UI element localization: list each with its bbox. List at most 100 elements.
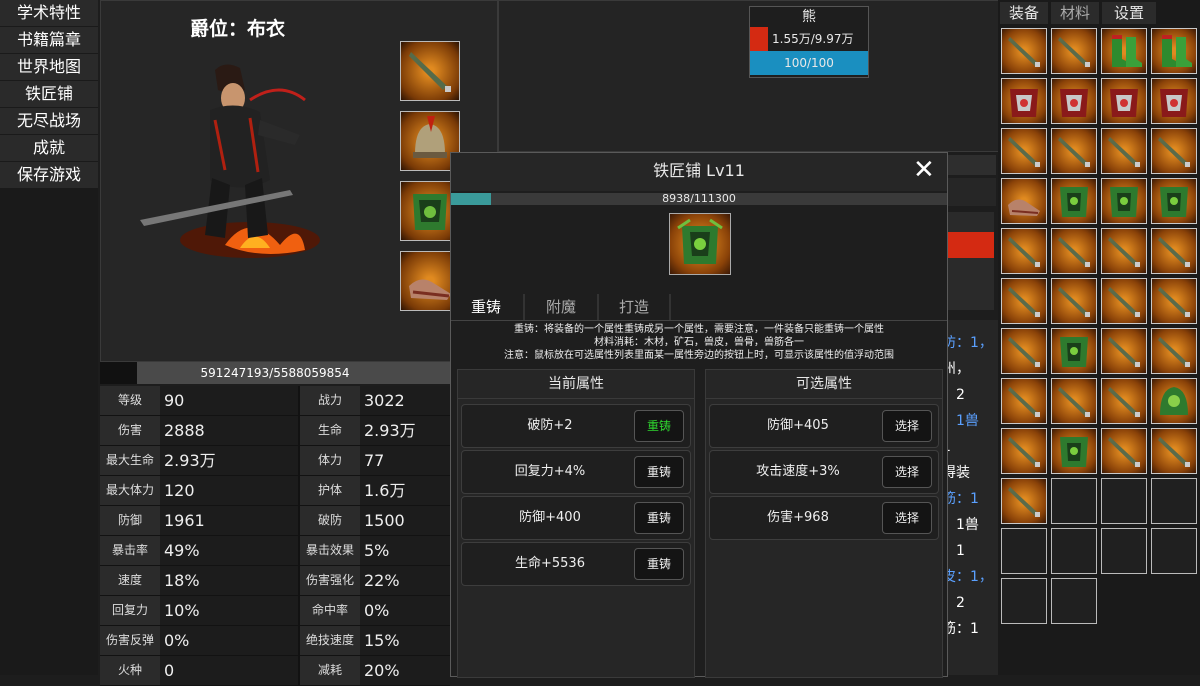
rank-title: 爵位：布衣: [190, 18, 286, 40]
inventory-slot-empty[interactable]: [1051, 478, 1097, 524]
equip-slot-weapon[interactable]: [400, 41, 460, 101]
inventory-item-green-boots[interactable]: [1151, 28, 1197, 74]
inventory-item-sword[interactable]: [1001, 228, 1047, 274]
log-fragment: ：2: [942, 387, 965, 403]
stat-label: 最大体力: [100, 476, 160, 505]
stat-row: 火种 0 减耗 20%: [100, 656, 450, 686]
inventory-item-sword[interactable]: [1101, 128, 1147, 174]
inventory-item-sword[interactable]: [1051, 228, 1097, 274]
attribute-label: 防御+400: [519, 510, 581, 525]
log-fragment: 防：1，: [942, 335, 993, 351]
stat-label: 暴击率: [100, 536, 160, 565]
inventory-item-red-armor[interactable]: [1151, 78, 1197, 124]
inventory-slot-empty[interactable]: [1051, 578, 1097, 624]
menu-item[interactable]: 铁匠铺: [0, 81, 98, 107]
menu-item[interactable]: 成就: [0, 135, 98, 161]
stat-value: 2.93万: [360, 416, 450, 445]
desc-line: 注意：鼠标放在可选属性列表里面某一属性旁边的按钮上时，可显示该属性的值浮动范围: [504, 350, 894, 361]
inventory-slot-empty[interactable]: [1151, 528, 1197, 574]
menu-item[interactable]: 学术特性: [0, 0, 98, 26]
inventory-slot-empty[interactable]: [1001, 528, 1047, 574]
select-button[interactable]: 选择: [882, 456, 932, 488]
stat-value: 1961: [160, 506, 298, 535]
tab-materials[interactable]: 材料: [1051, 2, 1099, 24]
inventory-item-sword[interactable]: [1001, 28, 1047, 74]
inventory-item-red-armor[interactable]: [1101, 78, 1147, 124]
reforge-button[interactable]: 重铸: [634, 410, 684, 442]
tab-equipment[interactable]: 装备: [1000, 2, 1048, 24]
stat-row: 回复力 10% 命中率 0%: [100, 596, 450, 626]
inventory-item-green-armor[interactable]: [1051, 178, 1097, 224]
log-fragment: 筋：1: [942, 491, 979, 507]
inventory-item-red-armor[interactable]: [1001, 78, 1047, 124]
stat-value: 120: [160, 476, 298, 505]
inventory-item-sword[interactable]: [1001, 378, 1047, 424]
tab-craft[interactable]: 打造: [597, 294, 671, 320]
inventory-item-sword[interactable]: [1101, 378, 1147, 424]
inventory-item-sword[interactable]: [1001, 478, 1047, 524]
reforge-description: 重铸：将装备的一个属性重铸成另一个属性，需要注意，一件装备只能重铸一个属性 材料…: [451, 323, 947, 362]
select-button[interactable]: 选择: [882, 410, 932, 442]
menu-item[interactable]: 保存游戏: [0, 162, 98, 188]
inventory-item-green-helmet[interactable]: [1151, 378, 1197, 424]
menu-item[interactable]: 无尽战场: [0, 108, 98, 134]
inventory-item-leather-boots[interactable]: [1001, 178, 1047, 224]
tab-reforge[interactable]: 重铸: [451, 294, 521, 320]
inventory-item-sword[interactable]: [1051, 378, 1097, 424]
stat-label: 绝技速度: [298, 626, 360, 655]
inventory-item-sword[interactable]: [1051, 128, 1097, 174]
log-fragment: 皮：1，: [942, 569, 993, 585]
inventory-item-green-armor[interactable]: [1101, 178, 1147, 224]
inventory-item-green-armor[interactable]: [1151, 178, 1197, 224]
inventory-panel: 装备 材料 设置: [998, 0, 1200, 675]
select-button[interactable]: 选择: [882, 502, 932, 534]
inventory-item-sword[interactable]: [1101, 228, 1147, 274]
stat-row: 暴击率 49% 暴击效果 5%: [100, 536, 450, 566]
inventory-item-sword[interactable]: [1051, 28, 1097, 74]
log-fragment: 1: [942, 434, 998, 460]
log-fragment: 得装: [942, 465, 970, 481]
inventory-item-sword[interactable]: [1151, 278, 1197, 324]
inventory-item-red-armor[interactable]: [1051, 78, 1097, 124]
inventory-slot-empty[interactable]: [1101, 528, 1147, 574]
stat-value: 10%: [160, 596, 298, 625]
reforge-button[interactable]: 重铸: [634, 502, 684, 534]
inventory-item-sword[interactable]: [1101, 328, 1147, 374]
current-attributes-panel: 当前属性 破防+2 重铸 回复力+4% 重铸 防御+400 重铸 生命+5536 重铸: [457, 369, 695, 678]
inventory-item-green-armor[interactable]: [1051, 328, 1097, 374]
stat-value: 2888: [160, 416, 298, 445]
close-icon[interactable]: ✕: [913, 155, 935, 185]
attribute-label: 攻击速度+3%: [756, 464, 840, 479]
inventory-slot-empty[interactable]: [1151, 478, 1197, 524]
inventory-slot-empty[interactable]: [1051, 528, 1097, 574]
inventory-item-sword[interactable]: [1001, 428, 1047, 474]
tab-settings[interactable]: 设置: [1102, 2, 1156, 24]
inventory-item-sword[interactable]: [1051, 278, 1097, 324]
stat-label: 暴击效果: [298, 536, 360, 565]
inventory-item-sword[interactable]: [1101, 278, 1147, 324]
inventory-item-sword[interactable]: [1151, 428, 1197, 474]
stats-table: 等级 90 战力 3022 伤害 2888 生命 2.93万 最大生命 2.93万 体力 77 最大体力…: [100, 386, 450, 686]
selected-item-slot[interactable]: [669, 213, 731, 275]
inventory-item-sword[interactable]: [1151, 128, 1197, 174]
tab-enchant[interactable]: 附魔: [523, 294, 597, 320]
inventory-item-green-armor[interactable]: [1051, 428, 1097, 474]
inventory-item-green-boots[interactable]: [1101, 28, 1147, 74]
inventory-slot-empty[interactable]: [1101, 478, 1147, 524]
inventory-item-sword[interactable]: [1001, 128, 1047, 174]
reforge-button[interactable]: 重铸: [634, 548, 684, 580]
inventory-item-sword[interactable]: [1101, 428, 1147, 474]
inventory-item-sword[interactable]: [1151, 228, 1197, 274]
inventory-item-sword[interactable]: [1001, 328, 1047, 374]
stat-value: 49%: [160, 536, 298, 565]
log-fragment: 州，: [942, 361, 970, 377]
inventory-slot-empty[interactable]: [1001, 578, 1047, 624]
log-fragment: ：1: [942, 543, 965, 559]
stat-row: 速度 18% 伤害强化 22%: [100, 566, 450, 596]
desc-line: 材料消耗：木材，矿石，兽皮，兽骨，兽筋各一: [594, 337, 804, 348]
menu-item[interactable]: 世界地图: [0, 54, 98, 80]
inventory-item-sword[interactable]: [1001, 278, 1047, 324]
inventory-item-sword[interactable]: [1151, 328, 1197, 374]
reforge-button[interactable]: 重铸: [634, 456, 684, 488]
menu-item[interactable]: 书籍篇章: [0, 27, 98, 53]
